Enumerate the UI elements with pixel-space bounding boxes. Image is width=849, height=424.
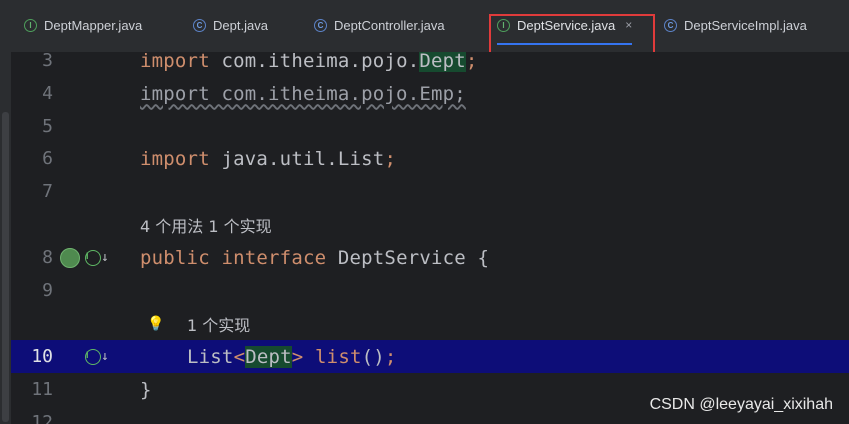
lightbulb-icon[interactable]: 💡	[147, 316, 164, 332]
code-text: import java.util.List;	[140, 147, 397, 170]
line-number: 9	[42, 280, 53, 301]
tab-deptmapper[interactable]: I DeptMapper.java	[24, 0, 142, 50]
code-editor[interactable]: 3 import com.itheima.pojo.Dept; 4 import…	[0, 52, 849, 424]
disabled-bean-icon[interactable]	[60, 247, 80, 268]
implemented-icon: I	[85, 348, 101, 365]
vertical-scrollbar[interactable]	[0, 52, 11, 424]
code-line[interactable]: 6 import java.util.List;	[11, 142, 849, 175]
tab-label: DeptServiceImpl.java	[684, 17, 807, 33]
line-number: 6	[42, 148, 53, 169]
usages-hint[interactable]: 4 个用法 1 个实现	[140, 213, 272, 237]
close-icon[interactable]: ×	[625, 18, 632, 32]
code-text: import com.itheima.pojo.Emp;	[140, 82, 466, 105]
tab-label: DeptController.java	[334, 17, 445, 33]
code-line[interactable]: 9	[11, 274, 849, 307]
tab-deptservice[interactable]: I DeptService.java ×	[497, 0, 633, 50]
tab-deptserviceimpl[interactable]: C DeptServiceImpl.java	[664, 0, 807, 50]
tab-label: Dept.java	[213, 17, 268, 33]
arrow-down-icon: ↓	[101, 250, 109, 265]
line-number: 7	[42, 181, 53, 202]
implemented-icon: I	[85, 249, 101, 266]
tab-label: DeptMapper.java	[44, 17, 143, 33]
interface-icon: I	[497, 18, 510, 32]
code-line[interactable]: 3 import com.itheima.pojo.Dept;	[11, 52, 849, 77]
scrollbar-thumb[interactable]	[2, 112, 9, 422]
arrow-down-icon: ↓	[101, 349, 109, 364]
line-number: 11	[31, 379, 53, 400]
line-number: 4	[42, 83, 53, 104]
code-text: public interface DeptService {	[140, 246, 490, 269]
line-number: 10	[31, 346, 53, 367]
class-icon: C	[664, 18, 677, 32]
code-line[interactable]: 4 import com.itheima.pojo.Emp;	[11, 77, 849, 110]
watermark-text: CSDN @leeyayai_xixihah	[649, 396, 833, 413]
current-code-line[interactable]: 10 I ↓ List<Dept> list();	[11, 340, 849, 373]
code-line[interactable]: 8 I ↓ public interface DeptService {	[11, 241, 849, 274]
tab-dept[interactable]: C Dept.java	[193, 0, 268, 50]
class-icon: C	[314, 18, 327, 32]
inlay-hint-line[interactable]: 4 个用法 1 个实现	[11, 208, 849, 241]
code-text: import com.itheima.pojo.Dept;	[140, 52, 478, 72]
class-icon: C	[193, 18, 206, 32]
line-number: 3	[42, 52, 53, 71]
line-number: 5	[42, 116, 53, 137]
implemented-gutter-icon[interactable]: I ↓	[85, 348, 109, 365]
inlay-hint-line[interactable]: 💡 1 个实现	[11, 307, 849, 340]
implementations-hint[interactable]: 1 个实现	[187, 312, 250, 336]
code-line[interactable]: 5	[11, 110, 849, 143]
code-text: List<Dept> list();	[187, 345, 397, 368]
line-number: 12	[31, 412, 53, 424]
editor-tab-bar: I DeptMapper.java C Dept.java C DeptCont…	[0, 0, 849, 53]
interface-icon: I	[24, 18, 37, 32]
line-number: 8	[42, 247, 53, 268]
implemented-gutter-icon[interactable]: I ↓	[85, 249, 109, 266]
code-text: }	[140, 378, 152, 401]
tab-deptcontroller[interactable]: C DeptController.java	[314, 0, 445, 50]
tab-label: DeptService.java	[517, 17, 616, 33]
code-line[interactable]: 7	[11, 175, 849, 208]
